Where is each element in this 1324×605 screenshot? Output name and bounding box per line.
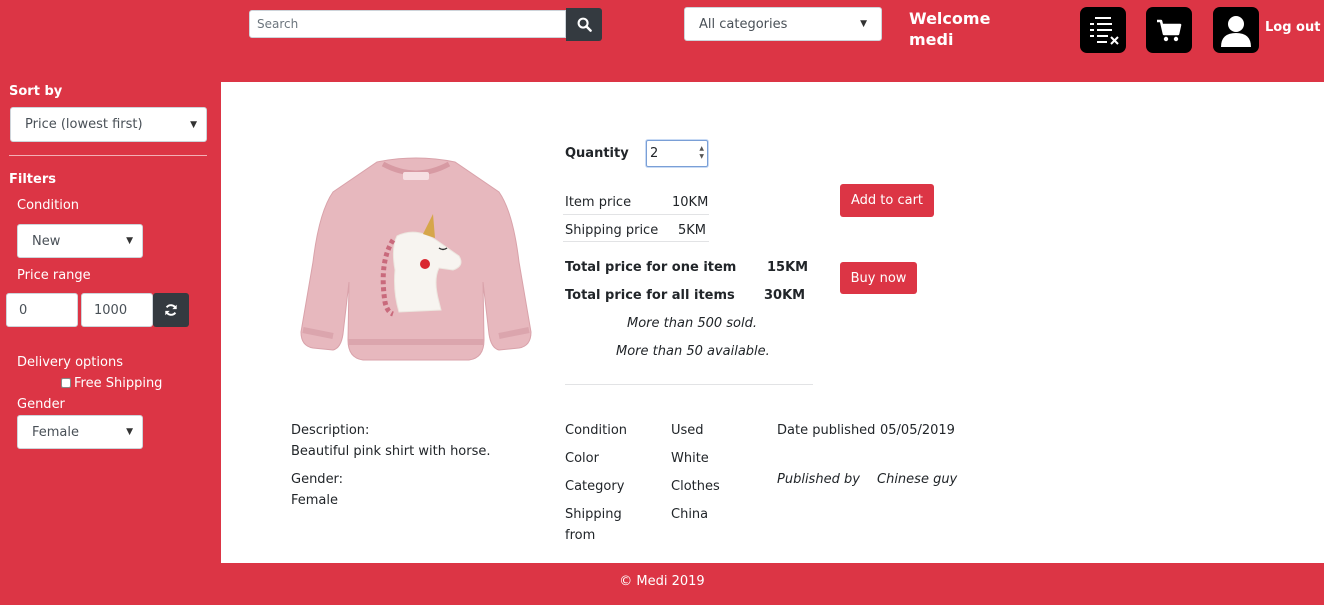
item-price-label: Item price	[565, 195, 632, 210]
cart-button[interactable]	[1146, 7, 1192, 53]
sold-count-text: More than 500 sold.	[627, 316, 757, 331]
color-value: White	[671, 451, 709, 466]
search-icon	[577, 17, 592, 32]
free-shipping-label[interactable]: Free Shipping	[74, 376, 162, 391]
add-to-cart-button[interactable]: Add to cart	[840, 184, 934, 217]
chevron-down-icon: ▼	[190, 119, 197, 130]
price-min-input[interactable]: 0	[6, 293, 78, 327]
category-select[interactable]: All categories ▼	[684, 7, 882, 41]
gender-select-value: Female	[32, 424, 80, 440]
color-label: Color	[565, 451, 599, 466]
shipping-price-value: 5KM	[678, 223, 707, 238]
chevron-down-icon: ▼	[126, 427, 133, 437]
welcome-line: Welcome	[909, 9, 991, 28]
gender-label: Gender	[17, 397, 65, 412]
quantity-value: 2	[650, 146, 659, 161]
logout-link[interactable]: Log out	[1265, 20, 1320, 35]
price-range-label: Price range	[17, 268, 91, 283]
refresh-icon	[165, 304, 177, 316]
quantity-label: Quantity	[565, 146, 629, 161]
gender-value: Female	[291, 493, 339, 508]
spinner-arrows-icon[interactable]: ▲ ▼	[699, 145, 704, 161]
sort-select-value: Price (lowest first)	[25, 117, 143, 132]
shipping-from-value: China	[671, 507, 709, 522]
date-published-label: Date published	[777, 423, 876, 438]
price-max-input[interactable]: 1000	[81, 293, 153, 327]
total-one-value: 15KM	[767, 260, 809, 275]
order-list-button[interactable]	[1080, 7, 1126, 53]
shipping-from-label-cont: from	[565, 528, 596, 543]
user-icon	[1221, 16, 1251, 47]
header-bar: All categories ▼ Welcome medi	[0, 0, 1324, 82]
search-input[interactable]	[249, 10, 566, 38]
quantity-stepper[interactable]: 2 ▲ ▼	[646, 140, 708, 167]
cart-icon	[1157, 19, 1182, 42]
condition-label: Condition	[565, 423, 628, 438]
total-all-label: Total price for all items	[565, 288, 735, 303]
filters-heading: Filters	[9, 172, 56, 187]
chevron-down-icon: ▼	[860, 19, 867, 29]
item-price-value: 10KM	[672, 195, 709, 210]
gender-label: Gender:	[291, 472, 344, 487]
condition-value: Used	[671, 423, 704, 438]
footer: © Medi 2019	[0, 563, 1324, 605]
condition-label: Condition	[17, 198, 80, 213]
sort-heading: Sort by	[9, 84, 63, 99]
divider	[563, 241, 709, 242]
condition-select-value: New	[32, 233, 61, 249]
category-select-value: All categories	[699, 16, 788, 32]
category-value: Clothes	[671, 479, 720, 494]
description-label: Description:	[291, 423, 370, 438]
gender-select[interactable]: Female ▼	[17, 415, 143, 449]
divider	[563, 214, 709, 215]
buy-now-button[interactable]: Buy now	[840, 262, 917, 294]
chevron-down-icon: ▼	[126, 236, 133, 246]
refresh-button[interactable]	[153, 293, 189, 327]
availability-text: More than 50 available.	[616, 344, 770, 359]
user-profile-button[interactable]	[1213, 7, 1259, 53]
product-detail-panel: Quantity 2 ▲ ▼ Item price 10KM Shipping p…	[221, 82, 1324, 563]
list-icon	[1090, 17, 1119, 45]
delivery-options-label: Delivery options	[17, 355, 123, 370]
total-one-label: Total price for one item	[565, 260, 737, 275]
condition-select[interactable]: New ▼	[17, 224, 143, 258]
search-button[interactable]	[566, 8, 602, 41]
filter-sidebar: Sort by Price (lowest first) ▼ Filters C…	[0, 82, 221, 563]
shipping-from-label: Shipping	[565, 507, 622, 522]
sort-select[interactable]: Price (lowest first) ▼	[10, 107, 207, 142]
date-published-value: 05/05/2019	[880, 423, 955, 438]
welcome-text: Welcome medi	[909, 8, 1019, 50]
description-value: Beautiful pink shirt with horse.	[291, 444, 491, 459]
username: medi	[909, 30, 954, 49]
copyright-text: © Medi 2019	[619, 574, 705, 589]
divider	[9, 155, 207, 156]
category-label: Category	[565, 479, 625, 494]
divider	[565, 384, 813, 385]
total-all-value: 30KM	[764, 288, 806, 303]
product-image	[300, 157, 532, 361]
published-by-label: Published by	[777, 472, 860, 487]
shipping-price-label: Shipping price	[565, 223, 659, 238]
published-by-value: Chinese guy	[877, 472, 958, 487]
free-shipping-checkbox[interactable]	[61, 378, 71, 388]
